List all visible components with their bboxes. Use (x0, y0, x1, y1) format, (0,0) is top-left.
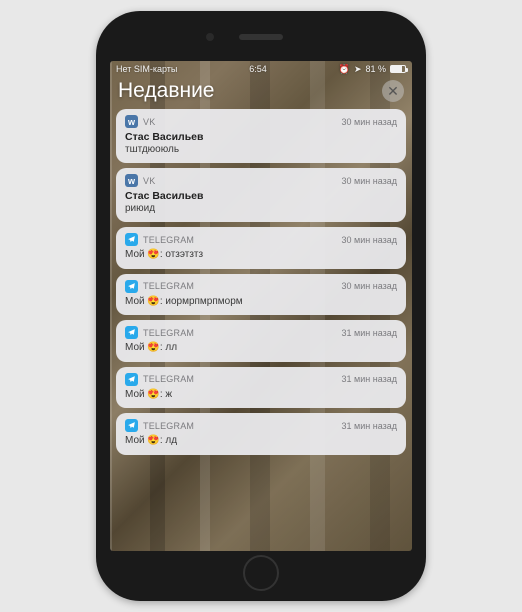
notification-body: Мой 😍: отзэтзтз (125, 249, 397, 262)
notification-head: TELEGRAM 31 мин назад (125, 419, 397, 432)
notification-head: VK 30 мин назад (125, 115, 397, 128)
notification-card[interactable]: TELEGRAM 30 мин назад Мой 😍: отзэтзтз (116, 227, 406, 269)
notification-time: 30 мин назад (342, 235, 397, 245)
phone-speaker (239, 34, 283, 40)
status-right: ⏰ ➤ 81 % (339, 64, 406, 75)
app-name: VK (143, 176, 155, 186)
carrier-label: Нет SIM-карты (116, 64, 177, 74)
notification-title: Стас Васильев (125, 131, 397, 144)
notification-body: Мой 😍: ж (125, 389, 397, 402)
notification-card[interactable]: VK 30 мин назад Стас Васильев риюид (116, 168, 406, 222)
notification-time: 30 мин назад (342, 117, 397, 127)
app-name: TELEGRAM (143, 281, 194, 291)
clock: 6:54 (249, 64, 267, 74)
notification-body: риюид (125, 203, 397, 216)
notification-body: Мой 😍: лд (125, 435, 397, 448)
close-button[interactable]: ✕ (382, 80, 404, 102)
app-icon (125, 280, 138, 293)
notification-body: Мой 😍: лл (125, 342, 397, 355)
notification-body: тштдюоюль (125, 144, 397, 157)
notification-list[interactable]: VK 30 мин назад Стас Васильев тштдюоюль … (110, 109, 412, 455)
notification-head: TELEGRAM 31 мин назад (125, 326, 397, 339)
app-name: TELEGRAM (143, 374, 194, 384)
app-name: VK (143, 117, 155, 127)
notification-card[interactable]: TELEGRAM 30 мин назад Мой 😍: иормрпмрпмо… (116, 274, 406, 316)
app-icon (125, 373, 138, 386)
notification-body: Мой 😍: иормрпмрпморм (125, 296, 397, 309)
app-icon (125, 174, 138, 187)
notification-time: 30 мин назад (342, 176, 397, 186)
notification-head: VK 30 мин назад (125, 174, 397, 187)
notification-card[interactable]: VK 30 мин назад Стас Васильев тштдюоюль (116, 109, 406, 163)
alarm-icon: ⏰ (339, 64, 350, 75)
notification-title: Стас Васильев (125, 190, 397, 203)
notification-card[interactable]: TELEGRAM 31 мин назад Мой 😍: ж (116, 367, 406, 409)
notification-head: TELEGRAM 31 мин назад (125, 373, 397, 386)
location-icon: ➤ (354, 64, 362, 75)
battery-icon (390, 65, 406, 73)
notification-time: 31 мин назад (342, 374, 397, 384)
app-name: TELEGRAM (143, 328, 194, 338)
notification-time: 31 мин назад (342, 328, 397, 338)
app-icon (125, 326, 138, 339)
page-title: Недавние (118, 79, 214, 103)
notification-card[interactable]: TELEGRAM 31 мин назад Мой 😍: лл (116, 320, 406, 362)
notification-header: Недавние ✕ (110, 77, 412, 109)
app-name: TELEGRAM (143, 421, 194, 431)
status-bar: Нет SIM-карты 6:54 ⏰ ➤ 81 % (110, 61, 412, 77)
close-icon: ✕ (387, 83, 399, 100)
notification-head: TELEGRAM 30 мин назад (125, 233, 397, 246)
app-icon (125, 115, 138, 128)
home-button[interactable] (243, 555, 279, 591)
notification-time: 30 мин назад (342, 281, 397, 291)
phone-camera (206, 33, 214, 41)
notification-card[interactable]: TELEGRAM 31 мин назад Мой 😍: лд (116, 413, 406, 455)
app-icon (125, 419, 138, 432)
phone-frame: Нет SIM-карты 6:54 ⏰ ➤ 81 % Недавние ✕ V… (96, 11, 426, 601)
notification-time: 31 мин назад (342, 421, 397, 431)
app-name: TELEGRAM (143, 235, 194, 245)
app-icon (125, 233, 138, 246)
notification-head: TELEGRAM 30 мин назад (125, 280, 397, 293)
screen: Нет SIM-карты 6:54 ⏰ ➤ 81 % Недавние ✕ V… (110, 61, 412, 551)
battery-pct: 81 % (365, 64, 386, 74)
